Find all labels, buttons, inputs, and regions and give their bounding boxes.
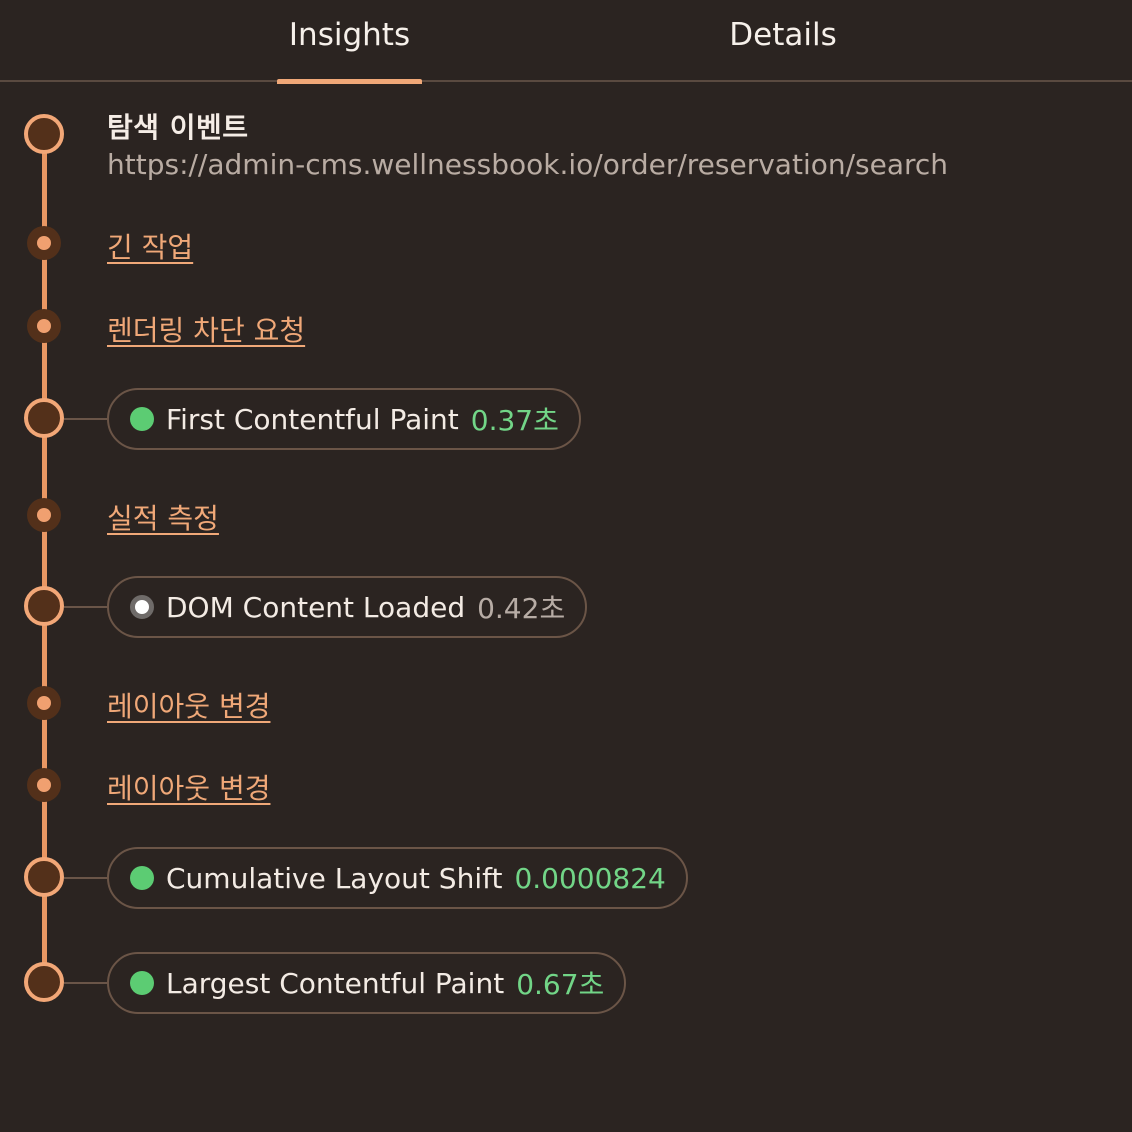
metric-pill-lcp[interactable]: Largest Contentful Paint 0.67초: [107, 952, 627, 1014]
timeline-line: [42, 134, 47, 982]
metric-pill-dcl[interactable]: DOM Content Loaded 0.42초: [107, 576, 588, 638]
timeline-node-performance: [27, 498, 61, 532]
status-good-icon: [130, 971, 154, 995]
insight-link-long-task[interactable]: 긴 작업: [107, 226, 193, 266]
insight-link-layout-shift-2[interactable]: 레이아웃 변경: [107, 767, 270, 807]
timeline-node-dcl: [24, 586, 64, 626]
insight-link-render-blocking[interactable]: 렌더링 차단 요청: [107, 309, 305, 349]
status-neutral-icon: [130, 595, 154, 619]
insight-link-performance[interactable]: 실적 측정: [107, 497, 219, 537]
metric-label-dcl: DOM Content Loaded: [166, 590, 466, 624]
navigation-event-title: 탐색 이벤트: [107, 111, 249, 144]
metric-pill-cls[interactable]: Cumulative Layout Shift 0.0000824: [107, 847, 688, 909]
metric-label-lcp: Largest Contentful Paint: [166, 966, 505, 1000]
tab-details[interactable]: Details: [700, 0, 866, 82]
metric-pill-fcp[interactable]: First Contentful Paint 0.37초: [107, 388, 581, 450]
metric-value-lcp: 0.67초: [516, 968, 605, 1001]
tab-bar: Insights Details: [0, 0, 1132, 84]
connector-dcl: [64, 606, 108, 608]
metric-value-fcp: 0.37초: [470, 404, 559, 437]
metric-label-cls: Cumulative Layout Shift: [166, 861, 503, 895]
timeline-node-navigation: [24, 114, 64, 154]
timeline-node-layout-shift-2: [27, 768, 61, 802]
status-good-icon: [130, 866, 154, 890]
timeline-node-render-blocking: [27, 309, 61, 343]
status-good-icon: [130, 407, 154, 431]
connector-fcp: [64, 418, 108, 420]
timeline-node-cls: [24, 857, 64, 897]
timeline-node-lcp: [24, 962, 64, 1002]
metric-value-dcl: 0.42초: [477, 592, 566, 625]
connector-lcp: [64, 982, 108, 984]
metric-value-cls: 0.0000824: [514, 861, 666, 895]
timeline-node-layout-shift-1: [27, 686, 61, 720]
connector-cls: [64, 877, 108, 879]
tab-insights[interactable]: Insights: [277, 0, 422, 84]
navigation-event-url: https://admin-cms.wellnessbook.io/order/…: [107, 148, 949, 181]
metric-label-fcp: First Contentful Paint: [166, 402, 459, 436]
insight-link-layout-shift-1[interactable]: 레이아웃 변경: [107, 685, 270, 725]
timeline-node-fcp: [24, 398, 64, 438]
timeline-node-long-task: [27, 226, 61, 260]
